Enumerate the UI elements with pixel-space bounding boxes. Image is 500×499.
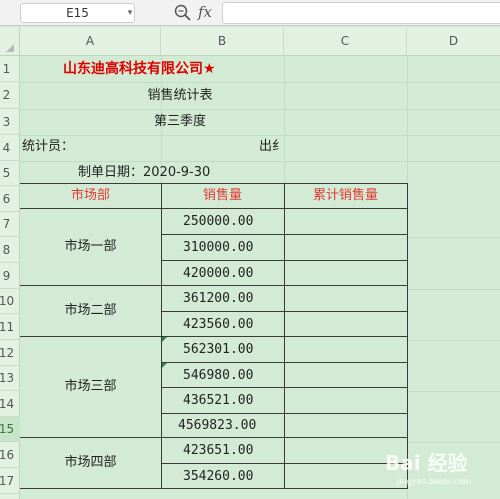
watermark-url: jingyan.baidu.com (396, 477, 471, 486)
table-border (20, 336, 408, 337)
row-header-13[interactable]: 13 (0, 366, 20, 391)
sales-value-cell[interactable]: 546980.00 (183, 366, 253, 386)
sales-value-cell[interactable]: 423560.00 (183, 315, 253, 335)
table-border (20, 208, 408, 209)
gridline (20, 82, 500, 83)
column-header-c[interactable]: C (284, 27, 407, 56)
sales-value-cell[interactable]: 361200.00 (183, 289, 253, 309)
row-header-4[interactable]: 4 (0, 135, 20, 161)
sales-value-cell[interactable]: 250000.00 (183, 212, 253, 232)
row-header-12[interactable]: 12 (0, 340, 20, 366)
table-border (407, 183, 408, 489)
row-header-9[interactable]: 9 (0, 263, 20, 289)
row-header-1[interactable]: 1 (0, 56, 20, 82)
gridline (407, 237, 500, 238)
statistician-label: 统计员： (22, 139, 75, 154)
column-header-b[interactable]: B (161, 27, 284, 56)
sales-value-cell[interactable]: 354260.00 (183, 467, 253, 487)
gridline (284, 56, 285, 186)
gridline (20, 135, 500, 136)
gridline (407, 289, 500, 290)
name-box[interactable]: E15 (20, 3, 135, 23)
table-header-sales: 销售量 (202, 188, 242, 203)
column-header-bar: A B C D (0, 27, 500, 56)
row-header-17[interactable]: 17 (0, 468, 20, 494)
row-header-bar: 1 2 3 4 5 6 7 8 9 10 11 12 13 14 15 16 1… (0, 56, 20, 499)
company-name: 山东迪高科技有限公司★ (63, 61, 216, 77)
gridline (407, 442, 500, 443)
zoom-icon[interactable] (173, 3, 193, 23)
gridline (407, 391, 500, 392)
row-header-7[interactable]: 7 (0, 212, 20, 237)
sales-value-cell[interactable]: 562301.00 (183, 340, 253, 360)
gridline (407, 340, 500, 341)
report-title: 销售统计表 (147, 88, 213, 103)
row-header-3[interactable]: 3 (0, 109, 20, 135)
table-border (20, 183, 408, 184)
gridline (20, 109, 500, 110)
department-cell: 市场四部 (64, 455, 117, 470)
clipped-cell-text: 出纟 (259, 139, 284, 154)
sales-value-cell[interactable]: 423651.00 (183, 441, 253, 461)
gridline (20, 161, 500, 162)
baidu-watermark: Bai 经验 jingyan.baidu.com (383, 448, 500, 488)
row-header-14[interactable]: 14 (0, 391, 20, 417)
error-indicator-icon (162, 363, 167, 368)
row-header-16[interactable]: 16 (0, 442, 20, 468)
column-header-a[interactable]: A (20, 27, 161, 56)
date-label: 制单日期：2020-9-30 (78, 165, 211, 180)
row-header-5[interactable]: 5 (0, 161, 20, 186)
sales-value-cell[interactable]: 420000.00 (183, 264, 253, 284)
department-cell: 市场二部 (64, 303, 117, 318)
table-border (20, 285, 408, 286)
department-cell: 市场一部 (64, 239, 117, 254)
department-cell: 市场三部 (64, 379, 117, 394)
table-header-department: 市场部 (70, 188, 110, 203)
table-border (161, 183, 162, 489)
table-border (20, 437, 408, 438)
quarter-label: 第三季度 (153, 114, 206, 129)
row-header-6[interactable]: 6 (0, 186, 20, 212)
row-header-2[interactable]: 2 (0, 82, 20, 109)
row-header-10[interactable]: 10 (0, 289, 20, 314)
watermark-text: Bai 经验 (385, 451, 468, 475)
fx-icon[interactable]: fx (198, 2, 218, 22)
select-all-triangle-icon (6, 44, 14, 52)
row-header-15[interactable]: 15 (0, 417, 20, 442)
chevron-down-icon[interactable]: ▾ (125, 3, 135, 23)
table-border (284, 183, 285, 489)
column-header-d[interactable]: D (407, 27, 500, 56)
error-indicator-icon (162, 337, 167, 342)
formula-input[interactable] (222, 2, 500, 24)
row-header-8[interactable]: 8 (0, 237, 20, 263)
sales-value-cell[interactable]: 4569823.00 (178, 416, 256, 436)
table-header-cumulative: 累计销售量 (312, 188, 378, 203)
sales-value-cell[interactable]: 436521.00 (183, 391, 253, 411)
table-border (20, 488, 408, 489)
row-header-11[interactable]: 11 (0, 314, 20, 340)
sales-value-cell[interactable]: 310000.00 (183, 238, 253, 258)
